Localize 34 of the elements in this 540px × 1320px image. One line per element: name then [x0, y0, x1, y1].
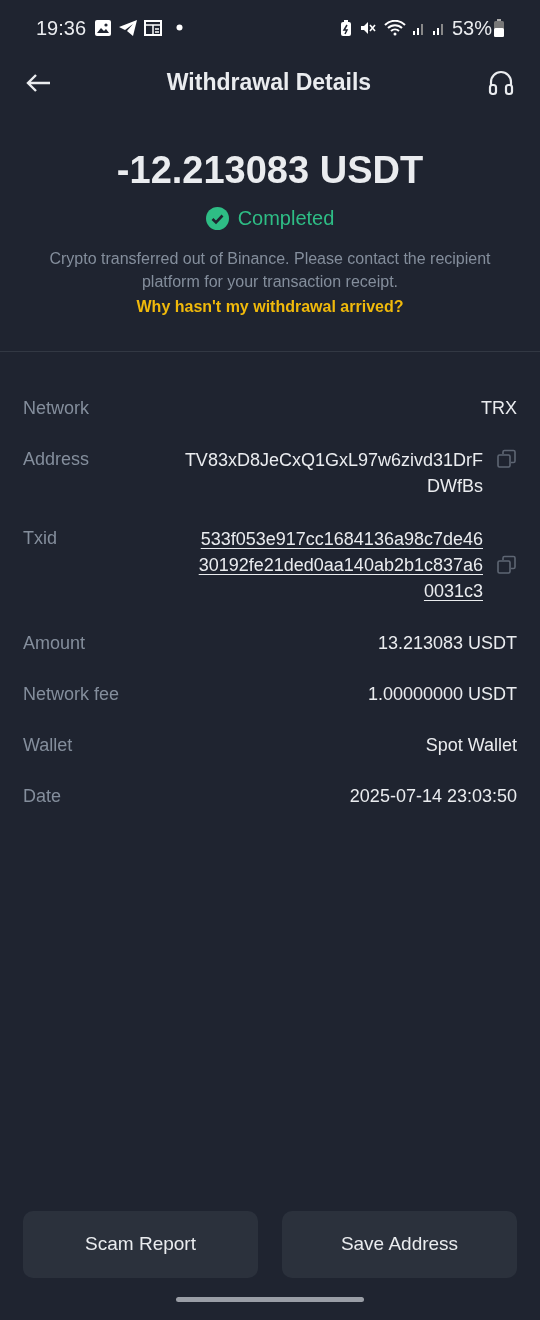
check-circle-icon	[205, 206, 229, 230]
battery-saver-icon	[339, 18, 352, 37]
amount-text: -12.213083 USDT	[116, 148, 424, 192]
home-indicator[interactable]	[176, 1296, 364, 1302]
detail-label: Amount	[23, 632, 86, 655]
battery-icon	[494, 18, 504, 37]
detail-value: 13.213083 USDT	[377, 632, 517, 655]
detail-value: TV83xD8JeCxQ1GxL97w6zivd31DrFDWfBs	[183, 449, 483, 498]
help-link[interactable]: Why hasn't my withdrawal arrived?	[136, 295, 404, 318]
status-time: 19:36	[36, 15, 87, 41]
wifi-icon	[383, 19, 406, 36]
detail-value: 1.00000000 USDT	[367, 683, 517, 706]
detail-label: Date	[23, 785, 62, 808]
notification-dot-icon	[176, 24, 184, 31]
detail-value: 2025-07-14 23:03:50	[349, 785, 517, 808]
txid-link[interactable]: 533f053e917cc1684136a98c7de4630192fe21ded0aa140ab2b1c837a60031c3	[191, 526, 483, 604]
detail-label: Address	[23, 448, 90, 471]
copy-icon	[497, 555, 517, 575]
action-button[interactable]: Save Address	[282, 1211, 517, 1278]
status-text: Completed	[237, 206, 335, 231]
copy-icon	[497, 449, 517, 469]
calendar-icon	[144, 19, 163, 36]
page-title: Withdrawal Details	[166, 68, 372, 98]
info-text: Crypto transferred out of Binance. Please contact the recipient platform for your transaction receipt.	[48, 249, 492, 292]
detail-label: Txid	[23, 527, 57, 550]
action-button[interactable]: Scam Report	[23, 1211, 258, 1278]
detail-value: Spot Wallet	[425, 734, 517, 757]
detail-label: Network	[23, 397, 89, 420]
detail-label: Wallet	[23, 734, 73, 757]
image-icon	[94, 18, 113, 37]
detail-label: Network fee	[23, 683, 120, 706]
send-icon	[118, 18, 139, 37]
detail-value: TRX	[481, 397, 517, 420]
battery-percent: 53%	[451, 15, 492, 41]
